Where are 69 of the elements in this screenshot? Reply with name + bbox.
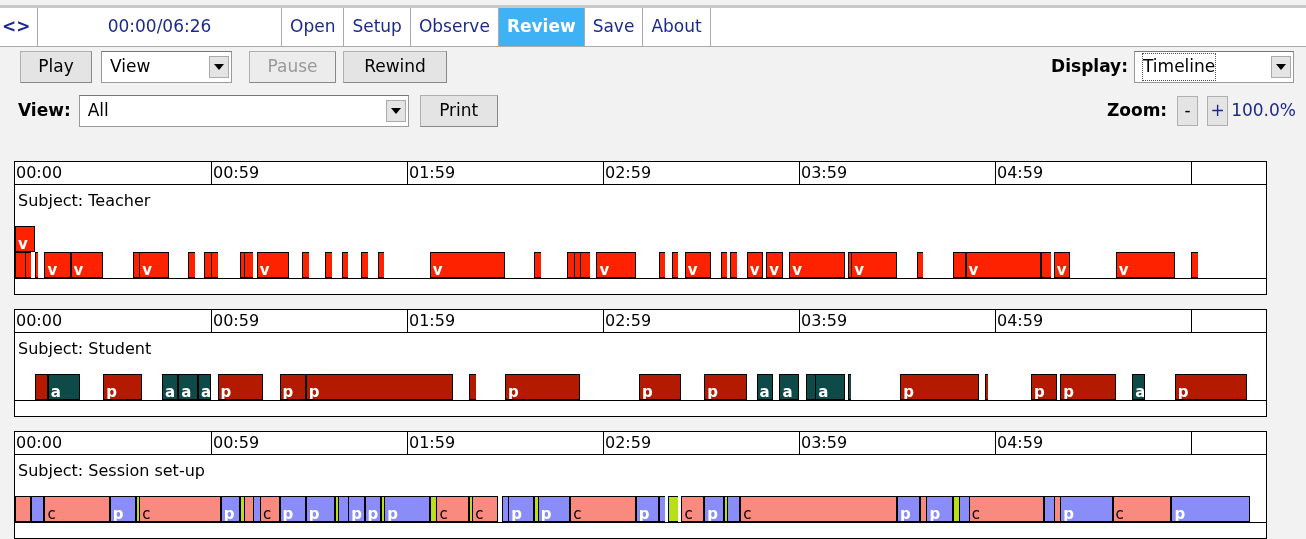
time-tick: 01:59: [407, 310, 603, 332]
event-block: v: [44, 252, 71, 278]
event-block: v: [139, 252, 169, 278]
event-block: c: [44, 496, 110, 522]
event-block: a: [1132, 374, 1146, 400]
time-tick: 04:59: [995, 310, 1191, 332]
event-block: a: [756, 374, 773, 400]
event-block: v: [1053, 252, 1071, 278]
time-tick: 01:59: [407, 432, 603, 454]
play-button[interactable]: Play: [20, 51, 92, 83]
event-block: v: [256, 252, 290, 278]
zoom-label: Zoom:: [1106, 99, 1168, 123]
event-block: c: [570, 496, 636, 522]
panel-toggle[interactable]: <>: [0, 8, 38, 46]
time-tick: 00:59: [211, 432, 407, 454]
event-block: c: [472, 496, 499, 522]
rewind-button[interactable]: Rewind: [343, 51, 447, 83]
event-block: v: [70, 252, 104, 278]
event-block: v: [965, 252, 1041, 278]
event-block: v: [596, 252, 636, 278]
time-tick: 00:59: [211, 162, 407, 184]
time-tick: 00:59: [211, 310, 407, 332]
time-tick: 04:59: [995, 432, 1191, 454]
event-block: c: [260, 496, 280, 522]
event-block: v: [746, 252, 764, 278]
mode-select[interactable]: View: [101, 51, 232, 83]
select-value: All: [87, 99, 109, 123]
time-tick: 03:59: [799, 162, 995, 184]
event-block: v: [789, 252, 845, 278]
event-block: v: [684, 252, 711, 278]
select-value: Timeline: [1143, 54, 1216, 80]
time-tick: 03:59: [799, 432, 995, 454]
select-value: View: [110, 55, 151, 79]
time-tick: 02:59: [603, 432, 799, 454]
time-tick: 00:00: [15, 310, 64, 332]
event-block: a: [815, 374, 845, 400]
time-tick: 02:59: [603, 310, 799, 332]
event-block: v: [1115, 252, 1175, 278]
time-tick: 01:59: [407, 162, 603, 184]
event-block: c: [740, 496, 897, 522]
zoom-value: 100.0%: [1231, 99, 1296, 123]
event-block: a: [47, 374, 81, 400]
event-block: c: [436, 496, 470, 522]
event-block: v: [851, 252, 897, 278]
print-button[interactable]: Print: [419, 95, 498, 127]
display-label: Display:: [1051, 55, 1128, 79]
filter-select[interactable]: All: [78, 95, 409, 127]
event-block: c: [968, 496, 1044, 522]
event-block: v: [766, 252, 783, 278]
display-select[interactable]: Timeline: [1134, 51, 1294, 83]
time-tick: 02:59: [603, 162, 799, 184]
event-block: c: [1112, 496, 1172, 522]
event-block: a: [779, 374, 799, 400]
subject-title: Subject: Session set-up: [18, 461, 205, 480]
event-block: c: [681, 496, 705, 522]
zoom-in-button[interactable]: +: [1207, 96, 1229, 126]
event-block: a: [162, 374, 179, 400]
event-block: v: [429, 252, 505, 278]
subject-title: Subject: Teacher: [18, 191, 151, 210]
zoom-out-button[interactable]: -: [1177, 96, 1199, 126]
time-tick: 00:00: [15, 432, 64, 454]
time-tick: 03:59: [799, 310, 995, 332]
view-label: View:: [18, 99, 71, 123]
subject-title: Subject: Student: [18, 339, 152, 358]
time-tick: 04:59: [995, 162, 1191, 184]
event-block: a: [178, 374, 198, 400]
time-tick: 00:00: [15, 162, 64, 184]
event-block: v: [15, 226, 35, 252]
event-block: c: [139, 496, 221, 522]
